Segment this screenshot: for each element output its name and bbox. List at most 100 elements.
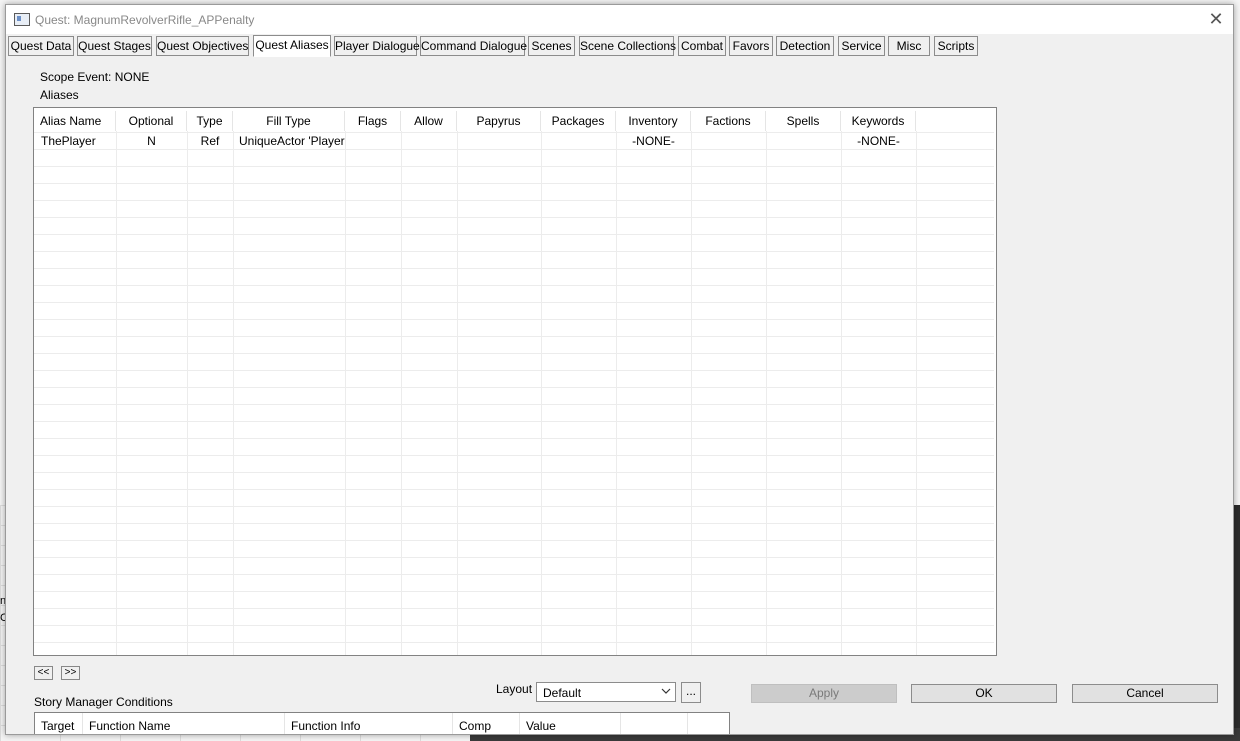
table-row-line bbox=[34, 608, 994, 609]
table-row-line bbox=[34, 455, 994, 456]
table-column-line bbox=[691, 131, 692, 655]
table-column-line bbox=[187, 131, 188, 655]
cell-papyrus bbox=[457, 133, 541, 150]
column-header-comp[interactable]: Comp bbox=[453, 713, 520, 734]
apply-button[interactable]: Apply bbox=[751, 684, 897, 703]
table-column-line bbox=[616, 131, 617, 655]
column-header-type[interactable]: Type bbox=[187, 111, 233, 131]
tab-quest-aliases[interactable]: Quest Aliases bbox=[253, 35, 331, 57]
layout-dropdown-value: Default bbox=[543, 686, 582, 700]
tab-detection[interactable]: Detection bbox=[776, 36, 834, 56]
column-header-target[interactable]: Target bbox=[35, 713, 83, 734]
tab-scene-collections[interactable]: Scene Collections bbox=[579, 36, 676, 56]
column-header-function-name[interactable]: Function Name bbox=[83, 713, 285, 734]
table-column-line bbox=[541, 131, 542, 655]
table-row-line bbox=[34, 285, 994, 286]
table-column-line bbox=[401, 131, 402, 655]
table-row-line bbox=[34, 421, 994, 422]
tab-service[interactable]: Service bbox=[838, 36, 885, 56]
layout-options-button[interactable]: ... bbox=[681, 682, 701, 703]
table-row-line bbox=[34, 217, 994, 218]
tab-favors[interactable]: Favors bbox=[729, 36, 773, 56]
close-button[interactable]: ✕ bbox=[1205, 7, 1227, 31]
column-header-function-info[interactable]: Function Info bbox=[285, 713, 453, 734]
tab-command-dialogue[interactable]: Command Dialogue bbox=[420, 36, 527, 56]
table-row-line bbox=[34, 132, 994, 133]
ok-button[interactable]: OK bbox=[911, 684, 1057, 703]
chevron-down-icon bbox=[661, 688, 671, 694]
tab-player-dialogue[interactable]: Player Dialogue bbox=[334, 36, 420, 56]
column-header-papyrus[interactable]: Papyrus bbox=[457, 111, 541, 131]
column-header-extra-2[interactable] bbox=[688, 713, 729, 734]
table-row-line bbox=[34, 166, 994, 167]
column-header-inventory[interactable]: Inventory bbox=[616, 111, 691, 131]
table-column-line bbox=[766, 131, 767, 655]
table-row-line bbox=[34, 472, 994, 473]
tab-quest-data[interactable]: Quest Data bbox=[8, 36, 74, 56]
column-header-alias-name[interactable]: Alias Name bbox=[34, 111, 116, 131]
column-header-flags[interactable]: Flags bbox=[345, 111, 401, 131]
column-header-factions[interactable]: Factions bbox=[691, 111, 766, 131]
cell-flags bbox=[345, 133, 401, 150]
table-row-line bbox=[34, 149, 994, 150]
table-row[interactable]: ThePlayer N Ref UniqueActor 'Player' -NO… bbox=[34, 133, 994, 150]
column-header-spells[interactable]: Spells bbox=[766, 111, 841, 131]
title-bar: Quest: MagnumRevolverRifle_APPenalty ✕ bbox=[6, 5, 1233, 34]
column-header-packages[interactable]: Packages bbox=[541, 111, 616, 131]
cell-fill-type: UniqueActor 'Player' bbox=[239, 134, 345, 148]
table-row-line bbox=[34, 302, 994, 303]
table-column-line bbox=[116, 131, 117, 655]
aliases-table-header: Alias Name Optional Type Fill Type Flags… bbox=[34, 111, 994, 131]
table-row-line bbox=[34, 591, 994, 592]
column-header-extra-1[interactable] bbox=[621, 713, 688, 734]
tab-scripts[interactable]: Scripts bbox=[934, 36, 978, 56]
table-row-line bbox=[34, 336, 994, 337]
table-row-line bbox=[34, 251, 994, 252]
cell-spells bbox=[766, 133, 841, 150]
next-page-button[interactable]: >> bbox=[61, 666, 80, 680]
column-header-keywords[interactable]: Keywords bbox=[841, 111, 916, 131]
tab-combat[interactable]: Combat bbox=[678, 36, 726, 56]
scope-event-label: Scope Event: NONE bbox=[40, 70, 150, 84]
table-row-line bbox=[34, 183, 994, 184]
layout-label: Layout bbox=[496, 682, 533, 696]
tab-quest-objectives[interactable]: Quest Objectives bbox=[156, 36, 249, 56]
story-manager-conditions-label: Story Manager Conditions bbox=[34, 695, 173, 709]
table-row-line bbox=[34, 319, 994, 320]
table-row-line bbox=[34, 642, 994, 643]
table-row-line bbox=[34, 438, 994, 439]
cancel-button[interactable]: Cancel bbox=[1072, 684, 1218, 703]
table-row-line bbox=[34, 370, 994, 371]
table-row-line bbox=[34, 540, 994, 541]
table-row-line bbox=[34, 404, 994, 405]
table-column-line bbox=[841, 131, 842, 655]
tab-misc[interactable]: Misc bbox=[888, 36, 930, 56]
table-row-line bbox=[34, 268, 994, 269]
layout-dropdown[interactable]: Default bbox=[536, 682, 676, 702]
table-row-line bbox=[34, 523, 994, 524]
cell-factions bbox=[691, 133, 766, 150]
table-row-line bbox=[34, 489, 994, 490]
window-icon bbox=[14, 13, 30, 26]
aliases-table[interactable]: Alias Name Optional Type Fill Type Flags… bbox=[33, 107, 997, 656]
tab-quest-stages[interactable]: Quest Stages bbox=[77, 36, 152, 56]
column-header-fill-type[interactable]: Fill Type bbox=[233, 111, 345, 131]
table-row-line bbox=[34, 234, 994, 235]
table-row-line bbox=[34, 506, 994, 507]
table-column-line bbox=[345, 131, 346, 655]
column-header-allow[interactable]: Allow bbox=[401, 111, 457, 131]
prev-page-button[interactable]: << bbox=[34, 666, 53, 680]
window-title: Quest: MagnumRevolverRifle_APPenalty bbox=[35, 13, 255, 27]
table-row-line bbox=[34, 387, 994, 388]
table-row-line bbox=[34, 625, 994, 626]
table-row-line bbox=[34, 574, 994, 575]
tab-scenes[interactable]: Scenes bbox=[528, 36, 575, 56]
column-header-optional[interactable]: Optional bbox=[116, 111, 187, 131]
cell-optional: N bbox=[147, 134, 156, 148]
story-manager-conditions-table[interactable]: Target Function Name Function Info Comp … bbox=[34, 712, 730, 734]
column-header-value[interactable]: Value bbox=[520, 713, 621, 734]
table-row-line bbox=[34, 557, 994, 558]
quest-window: Quest: MagnumRevolverRifle_APPenalty ✕ Q… bbox=[5, 4, 1234, 735]
cell-inventory: -NONE- bbox=[632, 134, 675, 148]
cell-alias-name: ThePlayer bbox=[41, 134, 96, 148]
